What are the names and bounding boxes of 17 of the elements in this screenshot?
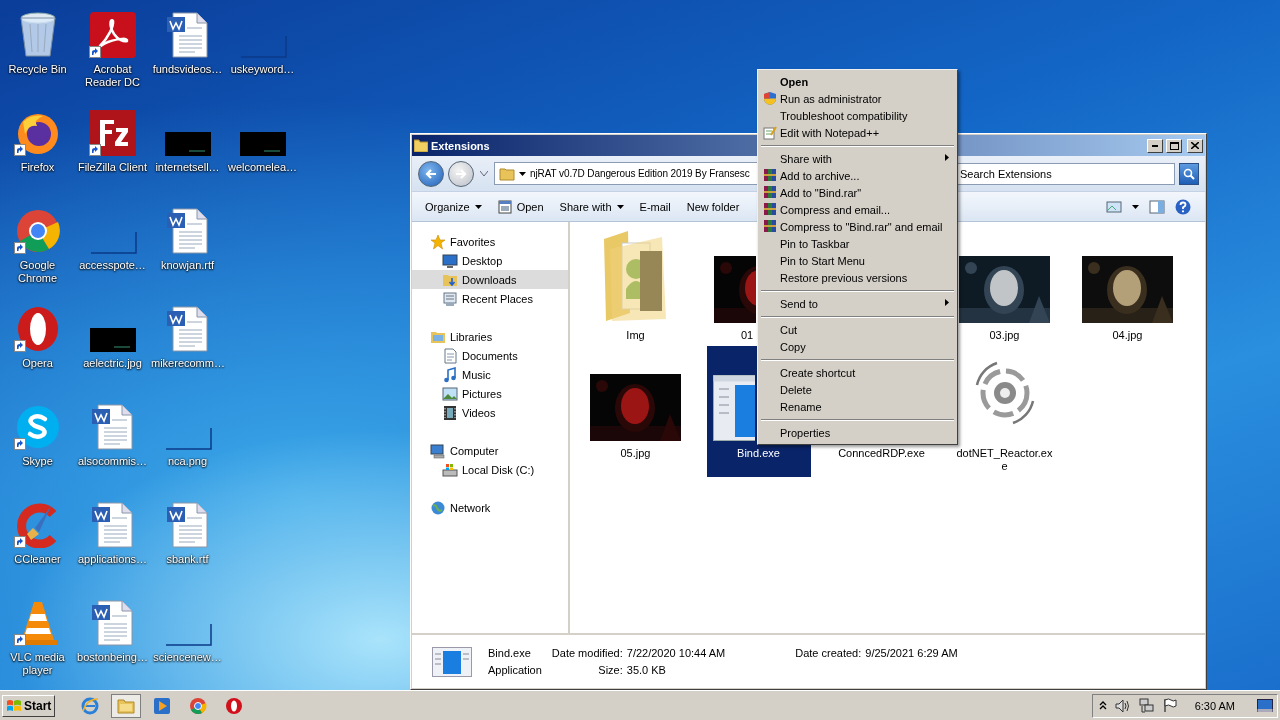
file-name: dotNET_Reactor.exe xyxy=(955,447,1054,473)
file-name: 04.jpg xyxy=(1111,329,1144,342)
detail-value: 9/25/2021 6:29 AM xyxy=(865,647,958,659)
window-title: Extensions xyxy=(431,139,491,152)
file-name: Bind.exe xyxy=(736,447,781,460)
file-name: 05.jpg xyxy=(619,447,652,460)
file-name: Img xyxy=(625,329,646,342)
detail-label: Date created: xyxy=(794,647,862,659)
detail-value: 7/22/2020 10:44 AM xyxy=(626,647,726,659)
detail-label: Size: xyxy=(597,664,623,676)
file-name: 03.jpg xyxy=(988,329,1021,342)
detail-value: 35.0 KB xyxy=(626,664,667,676)
file-name: Bind.exe xyxy=(488,647,532,659)
detail-label: Date modified: xyxy=(550,647,623,659)
clock: 6:30 AM xyxy=(1194,699,1235,712)
file-name: 01 xyxy=(741,329,754,342)
file-type: Application xyxy=(488,664,542,676)
